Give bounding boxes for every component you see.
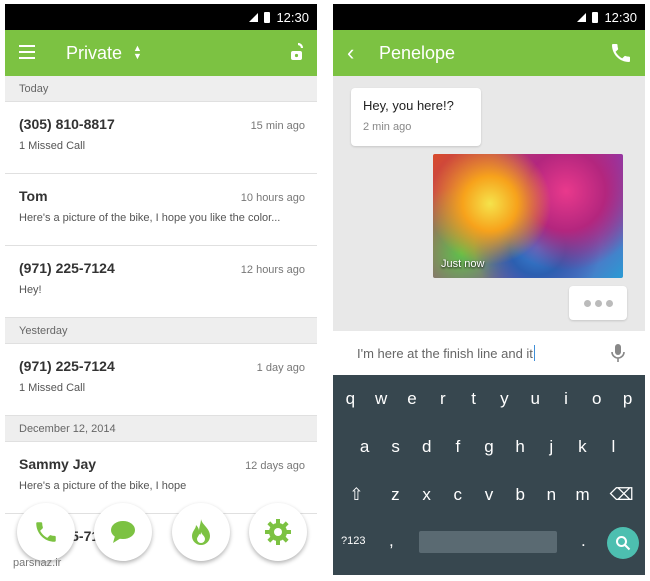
photo-message[interactable]: Just now [433,154,623,278]
timestamp: 12 days ago [245,460,305,472]
message-preview: 1 Missed Call [19,140,86,152]
key-u[interactable]: u [520,389,551,409]
timestamp: 15 min ago [250,120,305,132]
date-section-header: December 12, 2014 [5,416,317,442]
key-g[interactable]: g [473,437,504,457]
keyboard: qwertyuiop asdfghjkl ⇧ zxcvbnm ⌫ ?123 , … [333,375,645,575]
key-x[interactable]: x [411,485,442,505]
signal-icon [249,12,259,22]
key-i[interactable]: i [551,389,582,409]
incoming-message: Hey, you here!? 2 min ago [351,88,481,146]
call-icon[interactable] [609,41,633,70]
signal-icon [577,12,587,22]
key-h[interactable]: h [505,437,536,457]
conversation-item[interactable]: (305) 810-8817 15 min ago 1 Missed Call [5,102,317,174]
conversation-item[interactable]: (971) 225-7124 12 hours ago Hey! [5,246,317,318]
space-key[interactable] [419,531,557,553]
settings-button[interactable] [248,503,307,561]
unlock-icon[interactable] [289,42,307,67]
comma-key[interactable]: , [389,531,394,551]
status-bar: 12:30 [333,4,645,30]
typing-indicator [569,286,627,320]
message-time: 2 min ago [363,121,412,133]
app-bar: Private ▲ ▼ [5,30,317,76]
status-time: 12:30 [604,9,637,25]
key-w[interactable]: w [366,389,397,409]
shift-key[interactable]: ⇧ [333,485,380,505]
microphone-icon[interactable] [611,343,625,366]
key-a[interactable]: a [349,437,380,457]
app-bar: ‹ Penelope [333,30,645,76]
message-preview: Hey! [19,284,42,296]
key-d[interactable]: d [411,437,442,457]
timestamp: 10 hours ago [240,192,305,204]
key-y[interactable]: y [489,389,520,409]
photo-caption: Just now [441,258,485,270]
conversation-list: Today (305) 810-8817 15 min ago 1 Missed Ca… [5,76,317,575]
search-key[interactable] [607,527,639,559]
message-button[interactable] [94,503,153,561]
conversation-item[interactable]: Tom 10 hours ago Here's a picture of the b… [5,174,317,246]
flame-icon [191,519,210,545]
text-caret [533,345,535,361]
status-time: 12:30 [276,9,309,25]
search-icon [616,536,631,551]
message-preview: 1 Missed Call [19,382,86,394]
call-button[interactable] [17,503,75,561]
key-n[interactable]: n [536,485,567,505]
message-text: Hey, you here!? [363,98,454,113]
period-key[interactable]: . [581,531,586,551]
conversation-list-screen: 12:30 Private ▲ ▼ Today (305) 810-8817 15 m… [5,4,317,575]
timestamp: 1 day ago [256,362,305,374]
key-e[interactable]: e [397,389,428,409]
compose-text: I'm here at the finish line and it [357,345,533,361]
message-thread: Hey, you here!? 2 min ago Just now [333,76,645,331]
contact-name: Penelope [379,42,456,63]
key-r[interactable]: r [427,389,458,409]
key-m[interactable]: m [567,485,598,505]
compose-field[interactable]: I'm here at the finish line and it [333,331,645,375]
key-c[interactable]: c [442,485,473,505]
key-j[interactable]: j [536,437,567,457]
sort-arrows-icon[interactable]: ▲ ▼ [133,44,142,61]
key-b[interactable]: b [505,485,536,505]
key-t[interactable]: t [458,389,489,409]
chat-screen: 12:30 ‹ Penelope Hey, you here!? 2 min a… [333,4,645,575]
chat-icon [111,521,136,543]
menu-icon[interactable] [19,45,35,59]
key-o[interactable]: o [581,389,612,409]
watermark: parsnaz.ir [13,557,62,569]
key-p[interactable]: p [612,389,643,409]
backspace-key[interactable]: ⌫ [598,485,645,505]
timestamp: 12 hours ago [240,264,305,276]
symbols-key[interactable]: ?123 [341,535,365,547]
key-s[interactable]: s [380,437,411,457]
status-bar: 12:30 [5,4,317,30]
burn-button[interactable] [171,503,230,561]
conversation-item[interactable]: (971) 225-7124 1 day ago 1 Missed Call [5,344,317,416]
phone-icon [36,522,56,542]
key-q[interactable]: q [335,389,366,409]
gear-icon [264,519,291,545]
folder-title[interactable]: Private [66,43,122,64]
key-z[interactable]: z [380,485,411,505]
date-section-header: Yesterday [5,318,317,344]
key-v[interactable]: v [473,485,504,505]
message-preview: Here's a picture of the bike, I hope [19,480,187,492]
key-l[interactable]: l [598,437,629,457]
action-buttons [17,503,307,561]
back-icon[interactable]: ‹ [347,40,354,66]
battery-icon [264,11,271,23]
date-section-header: Today [5,76,317,102]
key-k[interactable]: k [567,437,598,457]
battery-icon [592,11,599,23]
message-preview: Here's a picture of the bike, I hope you… [19,212,281,224]
key-f[interactable]: f [442,437,473,457]
